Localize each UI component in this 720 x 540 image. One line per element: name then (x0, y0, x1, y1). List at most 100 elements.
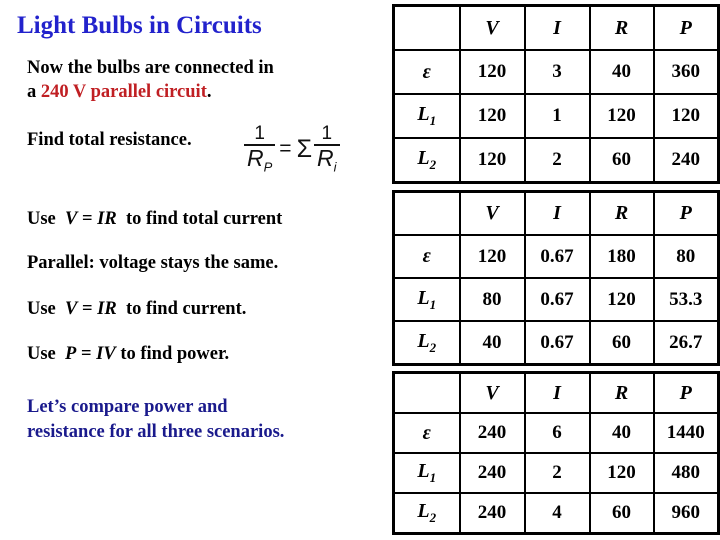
table-3-cell-emf-p: 1440 (652, 412, 720, 454)
intro-highlight-parallel-circuit: 240 V parallel circuit (40, 82, 207, 102)
table-2-row-label-l1-text: L (417, 286, 430, 309)
formula-lhs-denominator-subscript: P (263, 159, 273, 175)
table-header-row: V I R P (392, 4, 720, 51)
table-3-cell-emf-v: 240 (458, 412, 526, 454)
find-total-resistance-prompt: Find total resistance. (27, 130, 192, 150)
table-2-header-resistance: R (588, 190, 655, 236)
table-2-cell-l1-v: 80 (458, 277, 526, 322)
formula-lhs-numerator: 1 (254, 123, 265, 144)
table-2-row-label-l2-text: L (417, 329, 430, 352)
table-3-row-label-l1-text: L (417, 460, 430, 482)
step-4-suffix: to find power. (120, 344, 230, 364)
table-2-row-label-emf: ε (392, 234, 461, 279)
table-header-row: V I R P (392, 190, 720, 236)
table-2-cell-emf-r: 180 (588, 234, 655, 279)
table-1-cell-l1-i: 1 (523, 93, 591, 139)
step-3-suffix: to find current. (125, 299, 247, 319)
table-row: L2 240 4 60 960 (392, 492, 720, 535)
formula-lhs-fraction: 1 RP (243, 124, 276, 174)
table-2-row-label-l1-sub: 1 (429, 296, 437, 312)
step-3-equation-left: V (65, 299, 78, 319)
intro-line-2: a 240 V parallel circuit. (27, 83, 211, 102)
formula-rhs-numerator: 1 (321, 123, 333, 144)
formula-sigma-icon: Σ (296, 134, 313, 163)
step-1-equation-left: V (65, 209, 78, 229)
table-3-header-power: P (652, 371, 720, 414)
formula-lhs-denominator-symbol: R (247, 145, 264, 172)
intro-line-2-suffix: . (206, 82, 212, 102)
table-2-row-label-l2: L2 (392, 320, 461, 366)
table-1-cell-l1-r: 120 (588, 93, 655, 139)
formula-lhs-denominator: RP (243, 146, 276, 174)
step-4-line: Use P = IV to find power. (27, 345, 229, 364)
table-3-cell-l2-r: 60 (588, 492, 655, 535)
table-3-header-resistance: R (588, 371, 655, 414)
step-3-equation-right: IR (97, 299, 117, 319)
table-3-cell-l1-v: 240 (458, 452, 526, 494)
table-1-cell-emf-p: 360 (652, 49, 720, 95)
conclusion-line-2: resistance for all three scenarios. (27, 422, 285, 442)
table-1-cell-l1-v: 120 (458, 93, 526, 139)
table-header-row: V I R P (392, 371, 720, 414)
table-3-header-corner (392, 371, 461, 414)
table-3-row-label-emf-text: ε (422, 421, 431, 444)
table-1-header-current: I (523, 4, 591, 51)
table-1-cell-l2-r: 60 (588, 137, 655, 184)
table-1-cell-emf-i: 3 (523, 49, 591, 95)
table-row: L1 120 1 120 120 (392, 93, 720, 139)
table-1-row-label-l1-text: L (417, 103, 430, 125)
table-1-header-corner (392, 4, 461, 51)
table-2-header-current: I (523, 190, 591, 236)
table-1-row-label-l1: L1 (392, 93, 461, 139)
table-row: ε 120 0.67 180 80 (392, 234, 720, 279)
lesson-text-panel: Light Bulbs in Circuits Now the bulbs ar… (0, 0, 388, 540)
table-1-header-power: P (652, 4, 720, 51)
table-3-cell-l1-p: 480 (652, 452, 720, 494)
step-2-line: Parallel: voltage stays the same. (27, 253, 279, 273)
table-2-cell-l2-r: 60 (588, 320, 655, 366)
formula-rhs-denominator: Ri (313, 146, 341, 174)
table-1-header-resistance: R (588, 4, 655, 51)
slide-title: Light Bulbs in Circuits (17, 12, 262, 39)
table-1-cell-l2-v: 120 (458, 137, 526, 184)
step-3-equation-op: = (82, 299, 93, 319)
formula-rhs-denominator-symbol: R (317, 145, 334, 172)
table-2-cell-l1-i: 0.67 (523, 277, 591, 322)
table-2-cell-l2-i: 0.67 (523, 320, 591, 366)
table-3-cell-l1-i: 2 (523, 452, 591, 494)
table-3-cell-l2-i: 4 (523, 492, 591, 535)
parallel-resistance-formula: 1 RP = Σ 1 Ri (243, 124, 388, 186)
step-3-prefix: Use (27, 299, 56, 319)
step-1-line: Use V = IR to find total current (27, 210, 282, 229)
table-3-row-label-l2-sub: 2 (429, 510, 437, 525)
table-3-cell-emf-i: 6 (523, 412, 591, 454)
table-1-row-label-emf: ε (392, 49, 461, 95)
step-1-equation-op: = (82, 209, 93, 229)
table-1-row-label-l2-sub: 2 (429, 157, 437, 172)
table-2-cell-emf-p: 80 (652, 234, 720, 279)
table-1-cell-l2-i: 2 (523, 137, 591, 184)
table-row: L1 240 2 120 480 (392, 452, 720, 494)
table-2-row-label-emf-text: ε (422, 245, 431, 267)
table-row: L1 80 0.67 120 53.3 (392, 277, 720, 322)
conclusion-line-1: Let’s compare power and (27, 397, 228, 417)
table-2-cell-l2-v: 40 (458, 320, 526, 366)
table-1-cell-l1-p: 120 (652, 93, 720, 139)
table-3-header-current: I (523, 371, 591, 414)
intro-line-1: Now the bulbs are connected in (27, 58, 274, 78)
table-3-cell-l2-v: 240 (458, 492, 526, 535)
intro-line-2-prefix: a (27, 82, 41, 102)
step-1-prefix: Use (27, 209, 56, 229)
step-3-line: Use V = IR to find current. (27, 300, 246, 319)
formula-rhs-denominator-subscript: i (333, 159, 337, 175)
formula-equals-sign: = (279, 137, 292, 161)
circuit-results-tables: V I R P ε 120 3 40 360 L1 120 1 120 120 … (392, 0, 720, 540)
table-2-header-corner (392, 190, 461, 236)
table-2-row-label-l2-sub: 2 (429, 339, 437, 355)
table-row: L2 120 2 60 240 (392, 137, 720, 184)
table-3-cell-emf-r: 40 (588, 412, 655, 454)
table-3-row-label-l1: L1 (392, 452, 461, 494)
step-1-suffix: to find total current (125, 209, 283, 229)
results-table-1: V I R P ε 120 3 40 360 L1 120 1 120 120 … (392, 4, 720, 184)
results-table-2: V I R P ε 120 0.67 180 80 L1 80 0.67 120… (392, 190, 720, 366)
